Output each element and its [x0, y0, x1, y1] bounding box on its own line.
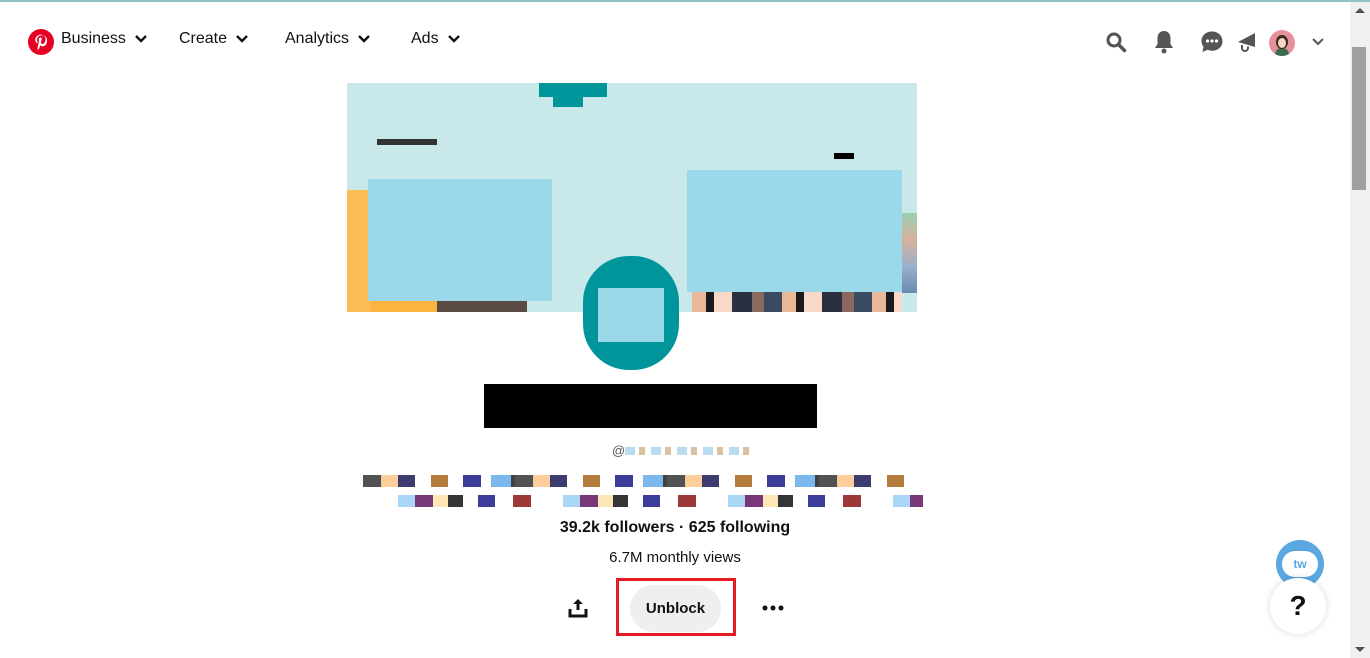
cover-pixel-block: [692, 292, 902, 312]
profile-monthly-views: 6.7M monthly views: [609, 549, 741, 566]
nav-create-label: Create: [179, 30, 228, 47]
nav-business-label: Business: [61, 30, 126, 47]
nav-business[interactable]: Business: [61, 30, 148, 48]
profile-bio-redacted-line-1: [363, 475, 905, 487]
share-icon: [568, 599, 588, 618]
nav-analytics-label: Analytics: [285, 30, 350, 47]
cover-redaction-left: [368, 179, 552, 301]
chevron-down-icon: [447, 35, 460, 43]
help-button[interactable]: ?: [1270, 578, 1326, 634]
nav-analytics[interactable]: Analytics: [285, 30, 371, 48]
account-chevron-down-icon[interactable]: [1304, 28, 1332, 56]
nav-ads-label: Ads: [411, 30, 439, 47]
bell-icon[interactable]: [1150, 28, 1178, 56]
share-button[interactable]: [564, 594, 592, 622]
profile-name-redacted: [484, 384, 817, 428]
profile-bio-redacted-line-2: [383, 495, 923, 507]
profile-handle-redacted: [625, 447, 755, 455]
nav-create[interactable]: Create: [179, 30, 249, 48]
avatar[interactable]: [1269, 30, 1295, 56]
vertical-scrollbar[interactable]: [1350, 2, 1370, 658]
scroll-thumb[interactable]: [1352, 47, 1366, 190]
nav-ads[interactable]: Ads: [411, 30, 461, 48]
scroll-down-arrow-icon[interactable]: [1355, 647, 1365, 652]
cover-pixel-block: [553, 97, 583, 107]
more-options-button[interactable]: [759, 594, 787, 622]
cover-pixel-block: [834, 153, 854, 159]
cover-pixel-block: [902, 213, 917, 293]
message-icon[interactable]: [1198, 28, 1226, 56]
more-icon: [762, 605, 784, 611]
chevron-down-icon: [236, 35, 248, 43]
profile-follow-stats[interactable]: 39.2k followers · 625 following: [0, 519, 1350, 537]
search-icon[interactable]: [1102, 28, 1130, 56]
cover-pixel-block: [377, 139, 437, 145]
chevron-down-icon: [358, 35, 370, 43]
megaphone-icon[interactable]: [1233, 28, 1261, 56]
chevron-down-icon: [135, 35, 147, 43]
cover-redaction-right: [687, 170, 902, 292]
top-nav-bar: Business Create Analytics Ads: [0, 2, 1350, 82]
profile-handle-prefix: @: [612, 443, 626, 458]
unblock-button[interactable]: Unblock: [630, 585, 721, 632]
tailwind-icon: tw: [1282, 551, 1318, 577]
cover-pixel-block: [539, 83, 607, 97]
profile-avatar: [583, 256, 679, 370]
profile-avatar-redaction: [598, 288, 664, 342]
scroll-up-arrow-icon[interactable]: [1355, 8, 1365, 13]
pinterest-logo-icon[interactable]: [28, 29, 54, 55]
